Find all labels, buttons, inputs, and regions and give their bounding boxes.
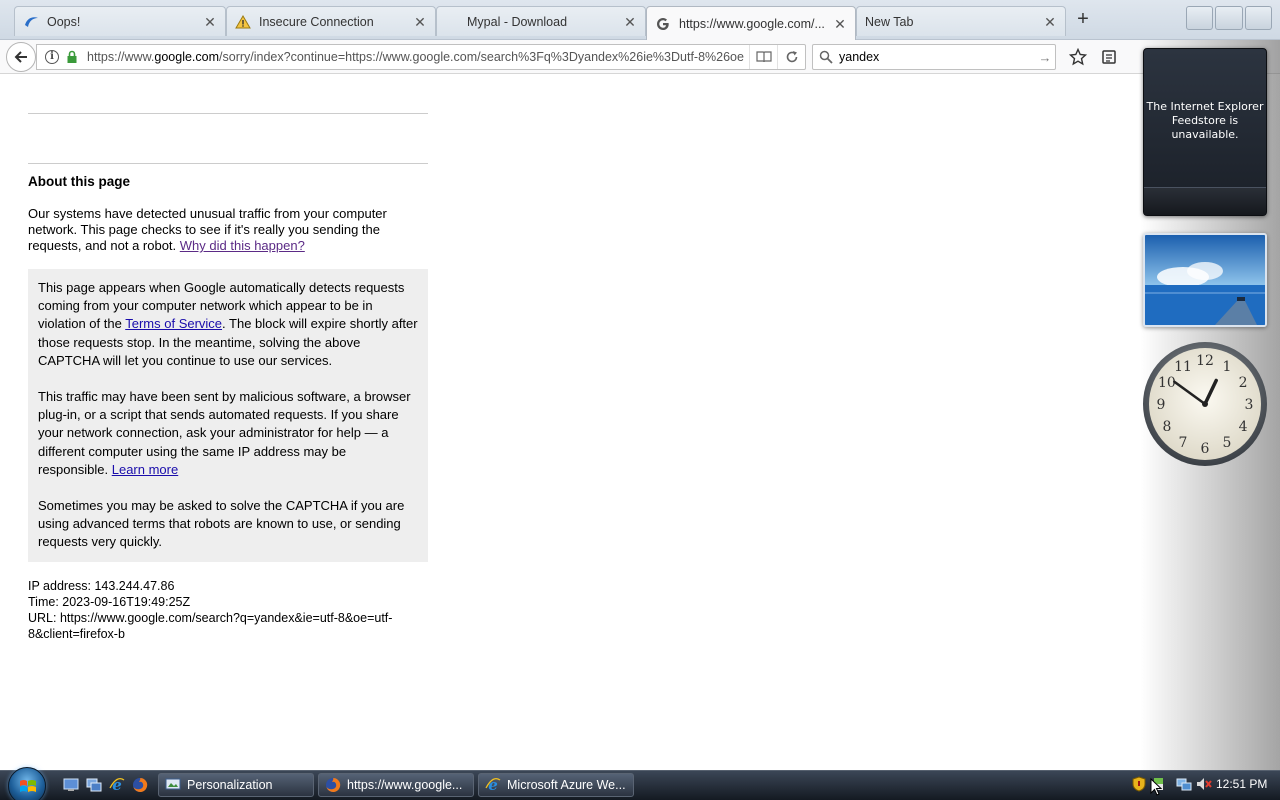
analog-clock: 1234567891011 12 <box>1143 342 1267 466</box>
feed-message: The Internet Explorer Feedstore is unava… <box>1146 100 1264 141</box>
taskbar-button-personalization[interactable]: Personalization <box>158 773 314 797</box>
about-heading: About this page <box>28 174 130 189</box>
close-icon[interactable]: ✕ <box>413 15 427 29</box>
window-controls <box>1186 6 1272 30</box>
start-button[interactable] <box>8 767 46 800</box>
clock-numeral: 6 <box>1201 441 1210 457</box>
search-icon <box>819 50 833 64</box>
back-arrow-icon <box>14 51 27 63</box>
info-icon[interactable]: i <box>45 50 59 64</box>
tab-oops[interactable]: Oops! ✕ <box>14 6 226 36</box>
info-paragraph-3: Sometimes you may be asked to solve the … <box>38 498 405 550</box>
taskbar-button-label: Microsoft Azure We... <box>507 778 626 792</box>
tab-new-tab[interactable]: New Tab ✕ <box>856 6 1066 36</box>
bookmark-star-icon[interactable] <box>1067 46 1089 68</box>
tab-mypal-download[interactable]: Mypal - Download ✕ <box>436 6 646 36</box>
switch-windows-icon[interactable] <box>85 776 103 794</box>
url-domain: google.com <box>154 50 220 64</box>
lock-icon <box>67 50 77 63</box>
taskbar-button-label: Personalization <box>187 778 273 792</box>
divider <box>28 113 428 114</box>
close-icon[interactable]: ✕ <box>833 17 847 31</box>
info-box: This page appears when Google automatica… <box>28 269 428 562</box>
divider <box>28 163 428 164</box>
clock-gadget[interactable]: 1 2 3 4 5 6 7 8 9 10 11 12 <box>1142 341 1268 467</box>
tab-title: New Tab <box>865 14 914 29</box>
request-details: IP address: 143.244.47.86 Time: 2023-09-… <box>28 578 428 642</box>
feed-footer <box>1144 187 1266 215</box>
slideshow-gadget[interactable] <box>1143 233 1267 327</box>
firefox-icon[interactable] <box>131 776 149 794</box>
go-arrow-icon[interactable]: → <box>1035 50 1055 65</box>
clock-numeral: 11 <box>1174 359 1192 375</box>
back-button[interactable] <box>6 42 36 72</box>
url-text[interactable]: https://www.google.com/sorry/index?conti… <box>87 50 749 64</box>
close-icon[interactable]: ✕ <box>1043 15 1057 29</box>
warning-icon <box>235 14 251 30</box>
close-icon[interactable]: ✕ <box>203 15 217 29</box>
maximize-button[interactable] <box>1215 6 1243 30</box>
taskbar-button-azure[interactable]: e Microsoft Azure We... <box>478 773 634 797</box>
search-bar[interactable]: → <box>812 44 1056 70</box>
clock-numeral: 9 <box>1157 397 1166 413</box>
tab-title: Insecure Connection <box>259 14 374 29</box>
tab-title: Mypal - Download <box>467 14 568 29</box>
url-bar[interactable]: i https://www.google.com/sorry/index?con… <box>36 44 806 70</box>
learn-more-link[interactable]: Learn more <box>112 462 178 477</box>
network-icon[interactable] <box>1176 776 1192 792</box>
info-paragraph-1: This page appears when Google automatica… <box>38 279 418 370</box>
clock-numeral: 7 <box>1179 435 1188 451</box>
search-input[interactable] <box>839 50 1035 64</box>
clock-numeral: 3 <box>1245 397 1254 413</box>
mouse-cursor <box>1150 778 1162 796</box>
security-shield-icon[interactable] <box>1131 776 1147 792</box>
clock-numeral: 1 <box>1223 359 1232 375</box>
windows-logo-icon <box>20 780 36 792</box>
minimize-button[interactable] <box>1186 6 1214 30</box>
close-window-button[interactable] <box>1244 6 1272 30</box>
taskbar-clock[interactable]: 12:51 PM <box>1216 777 1267 791</box>
clock-numeral: 8 <box>1162 419 1171 435</box>
time: Time: 2023-09-16T19:49:25Z <box>28 595 191 609</box>
new-tab-button[interactable]: + <box>1073 9 1093 30</box>
tab-insecure-connection[interactable]: Insecure Connection ✕ <box>226 6 436 36</box>
url-prefix: https://www. <box>87 50 155 64</box>
reading-list-icon[interactable] <box>1098 46 1120 68</box>
taskbar-button-firefox[interactable]: https://www.google... <box>318 773 474 797</box>
clock-numeral: 5 <box>1223 435 1232 451</box>
taskbar-button-label: https://www.google... <box>347 778 463 792</box>
request-url: URL: https://www.google.com/search?q=yan… <box>28 611 393 641</box>
palemoon-icon <box>23 14 39 30</box>
terms-of-service-link[interactable]: Terms of Service <box>125 316 222 331</box>
tab-title: Oops! <box>47 14 81 29</box>
info-text: This traffic may have been sent by malic… <box>38 389 411 477</box>
google-icon <box>655 16 671 32</box>
tab-title: https://www.google.com/... <box>679 16 825 31</box>
ip-address: IP address: 143.244.47.86 <box>28 579 175 593</box>
reload-icon[interactable] <box>777 45 805 69</box>
volume-muted-icon[interactable] <box>1196 776 1212 792</box>
clock-numeral: 2 <box>1239 375 1248 391</box>
info-paragraph-2: This traffic may have been sent by malic… <box>38 388 418 479</box>
feed-headlines-gadget[interactable]: The Internet Explorer Feedstore is unava… <box>1143 48 1267 216</box>
about-paragraph: Our systems have detected unusual traffi… <box>28 206 428 254</box>
tab-google[interactable]: https://www.google.com/... ✕ <box>646 6 856 40</box>
reader-view-icon[interactable] <box>749 45 777 69</box>
url-path: /sorry/index?continue=https://www.google… <box>219 50 744 64</box>
tab-strip: Oops! ✕ Insecure Connection ✕ Mypal - Do… <box>0 0 1280 40</box>
internet-explorer-icon[interactable]: e <box>108 776 126 794</box>
personalization-icon <box>165 777 181 793</box>
ie-icon: e <box>485 777 501 793</box>
landscape-photo <box>1145 235 1265 325</box>
close-icon[interactable]: ✕ <box>623 15 637 29</box>
show-desktop-icon[interactable] <box>62 776 80 794</box>
firefox-icon <box>325 777 341 793</box>
clock-numeral: 12 <box>1196 353 1214 369</box>
clock-numeral: 10 <box>1158 375 1176 391</box>
clock-numeral: 4 <box>1239 419 1248 435</box>
why-link[interactable]: Why did this happen? <box>180 238 305 253</box>
